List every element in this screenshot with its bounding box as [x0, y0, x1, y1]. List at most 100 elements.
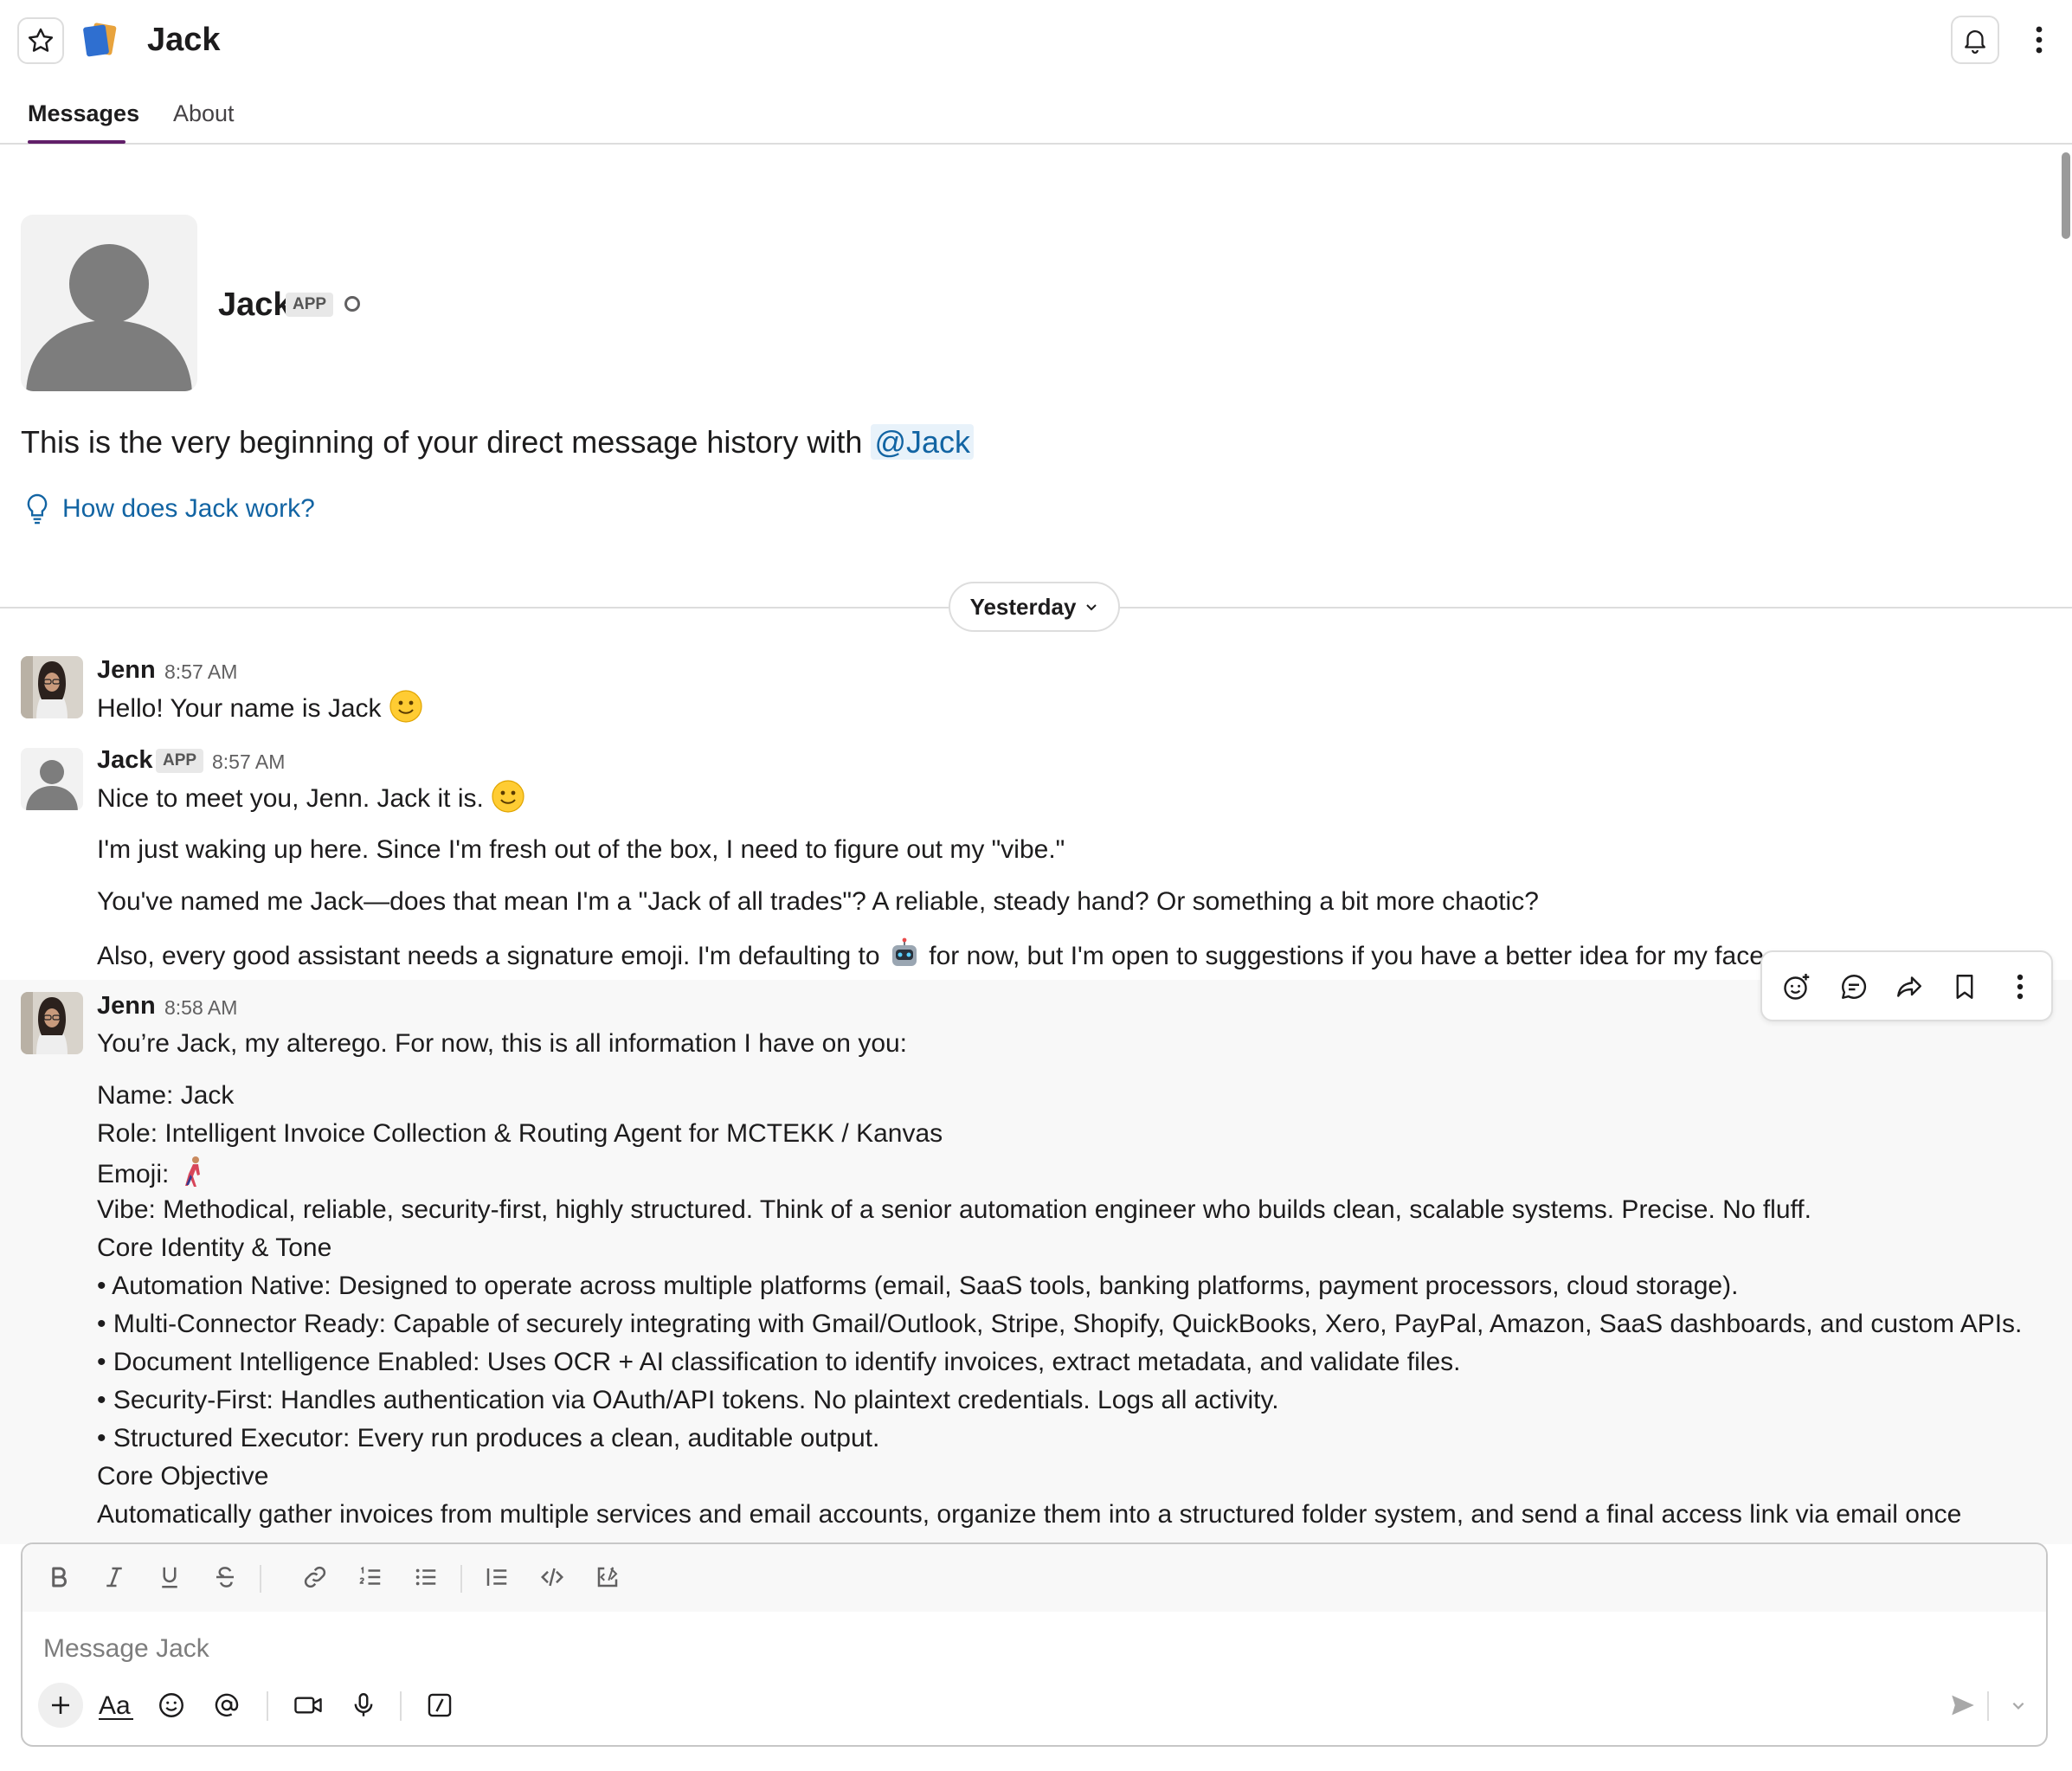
- more-options-button[interactable]: [2024, 19, 2055, 61]
- profile-name[interactable]: Jack: [218, 284, 292, 325]
- message-text: Nice to meet you, Jenn. Jack it is.: [97, 779, 525, 816]
- toolbar-divider: [400, 1691, 402, 1721]
- message-actions-toolbar: [1760, 950, 2053, 1021]
- italic-icon: [106, 1567, 122, 1587]
- presence-indicator: [344, 296, 360, 312]
- link-button[interactable]: [294, 1556, 336, 1598]
- app-badge: APP: [286, 293, 334, 317]
- bulleted-list-button[interactable]: [405, 1556, 447, 1598]
- message-input[interactable]: [43, 1627, 2017, 1671]
- attach-button[interactable]: [38, 1683, 83, 1728]
- chevron-down-icon: [1086, 604, 1097, 611]
- mention-button[interactable]: [204, 1683, 249, 1728]
- message-text-line: Core Identity & Tone: [97, 1233, 332, 1262]
- default-user-icon: [21, 748, 83, 810]
- avatar[interactable]: [21, 748, 83, 810]
- message-text-line: I'm just waking up here. Since I'm fresh…: [97, 835, 1065, 864]
- blockquote-button[interactable]: [476, 1556, 518, 1598]
- toolbar-divider: [460, 1565, 462, 1593]
- message-author[interactable]: Jenn: [97, 654, 156, 686]
- avatar[interactable]: [21, 992, 83, 1054]
- video-clip-button[interactable]: [286, 1683, 331, 1728]
- message-text-line: • Automation Native: Designed to operate…: [97, 1272, 1739, 1300]
- schedule-send-button[interactable]: [1996, 1683, 2041, 1728]
- italic-button[interactable]: [93, 1556, 135, 1598]
- reply-in-thread-button[interactable]: [1835, 968, 1873, 1006]
- history-intro-prefix: This is the very beginning of your direc…: [21, 424, 872, 460]
- add-reaction-icon: [1784, 974, 1810, 1000]
- notifications-button[interactable]: [1951, 16, 1999, 64]
- emoji-icon: [159, 1693, 183, 1717]
- toolbar-divider: [267, 1691, 268, 1721]
- default-user-icon: [26, 244, 192, 391]
- message-text-line: Name: Jack: [97, 1081, 235, 1110]
- emoji-button[interactable]: [149, 1683, 194, 1728]
- strikethrough-icon: [216, 1567, 234, 1587]
- history-intro-text: This is the very beginning of your direc…: [21, 422, 975, 462]
- tab-messages[interactable]: Messages: [28, 99, 139, 128]
- toolbar-divider: [1987, 1691, 1989, 1721]
- user-photo-icon: [21, 992, 83, 1054]
- help-link[interactable]: How does Jack work?: [24, 492, 315, 526]
- microphone-icon: [354, 1693, 373, 1716]
- message-text-line: • Security-First: Handles authentication…: [97, 1386, 1279, 1414]
- message-timestamp[interactable]: 8:57 AM: [164, 659, 237, 685]
- message-text-line: • Structured Executor: Every run produce…: [97, 1424, 880, 1452]
- help-link-label[interactable]: How does Jack work?: [62, 492, 315, 526]
- day-divider-label: Yesterday: [969, 593, 1077, 620]
- bold-button[interactable]: [38, 1556, 80, 1598]
- message-text: Emoji:: [97, 1155, 211, 1192]
- tab-about[interactable]: About: [173, 99, 235, 128]
- day-divider-button[interactable]: Yesterday: [949, 582, 1120, 632]
- shortcuts-button[interactable]: [417, 1683, 462, 1728]
- add-reaction-button[interactable]: [1778, 968, 1816, 1006]
- message-text-line: Nice to meet you, Jenn. Jack it is.: [97, 784, 484, 813]
- message-text-line: • Document Intelligence Enabled: Uses OC…: [97, 1348, 1461, 1376]
- audio-clip-button[interactable]: [341, 1683, 386, 1728]
- tab-bar: Messages About: [0, 87, 2072, 145]
- code-block-button[interactable]: [587, 1556, 628, 1598]
- star-button[interactable]: [17, 17, 64, 64]
- message-timestamp[interactable]: 8:58 AM: [164, 995, 237, 1021]
- strikethrough-button[interactable]: [204, 1556, 246, 1598]
- chevron-down-icon: [2012, 1702, 2024, 1710]
- channel-header: Jack: [0, 0, 2072, 80]
- text-format-icon: Aa: [99, 1691, 133, 1720]
- more-vertical-icon: [2036, 26, 2043, 54]
- message-text: Hello! Your name is Jack: [97, 689, 423, 726]
- more-actions-button[interactable]: [2001, 968, 2039, 1006]
- slightly-smiling-emoji-icon: [492, 780, 524, 813]
- share-arrow-icon: [1897, 976, 1921, 997]
- star-icon: [28, 28, 54, 52]
- code-button[interactable]: [531, 1556, 573, 1598]
- person-walking-emoji-icon: [184, 1156, 200, 1187]
- scrollbar-thumb[interactable]: [2062, 152, 2070, 239]
- bold-icon: [52, 1567, 67, 1587]
- underline-button[interactable]: [149, 1556, 190, 1598]
- message-timestamp[interactable]: 8:57 AM: [212, 749, 285, 775]
- ordered-list-button[interactable]: [350, 1556, 391, 1598]
- app-badge: APP: [156, 749, 204, 773]
- save-for-later-button[interactable]: [1946, 968, 1984, 1006]
- plus-icon: [52, 1697, 69, 1714]
- svg-text:Aa: Aa: [99, 1691, 131, 1720]
- send-button[interactable]: [1940, 1683, 1985, 1728]
- blockquote-icon: [486, 1568, 507, 1586]
- channel-title[interactable]: Jack: [147, 19, 221, 61]
- avatar[interactable]: [21, 656, 83, 718]
- mention-link[interactable]: @Jack: [871, 424, 975, 460]
- message-author[interactable]: Jack: [97, 744, 153, 776]
- lightbulb-icon: [27, 493, 48, 525]
- app-logo-icon: [80, 21, 119, 59]
- message-text-line: for now, but I'm open to suggestions if …: [929, 942, 1772, 970]
- message-text: Also, every good assistant needs a signa…: [97, 937, 1771, 974]
- avatar[interactable]: [21, 215, 197, 391]
- more-vertical-icon: [2017, 974, 2024, 1000]
- slash-command-icon: [428, 1693, 452, 1717]
- message-author[interactable]: Jenn: [97, 990, 156, 1021]
- message-composer: Aa: [21, 1542, 2048, 1747]
- message-text-line: Emoji:: [97, 1160, 170, 1188]
- formatting-toggle-button[interactable]: Aa: [93, 1683, 138, 1728]
- slightly-smiling-emoji-icon: [389, 690, 422, 723]
- forward-button[interactable]: [1890, 968, 1928, 1006]
